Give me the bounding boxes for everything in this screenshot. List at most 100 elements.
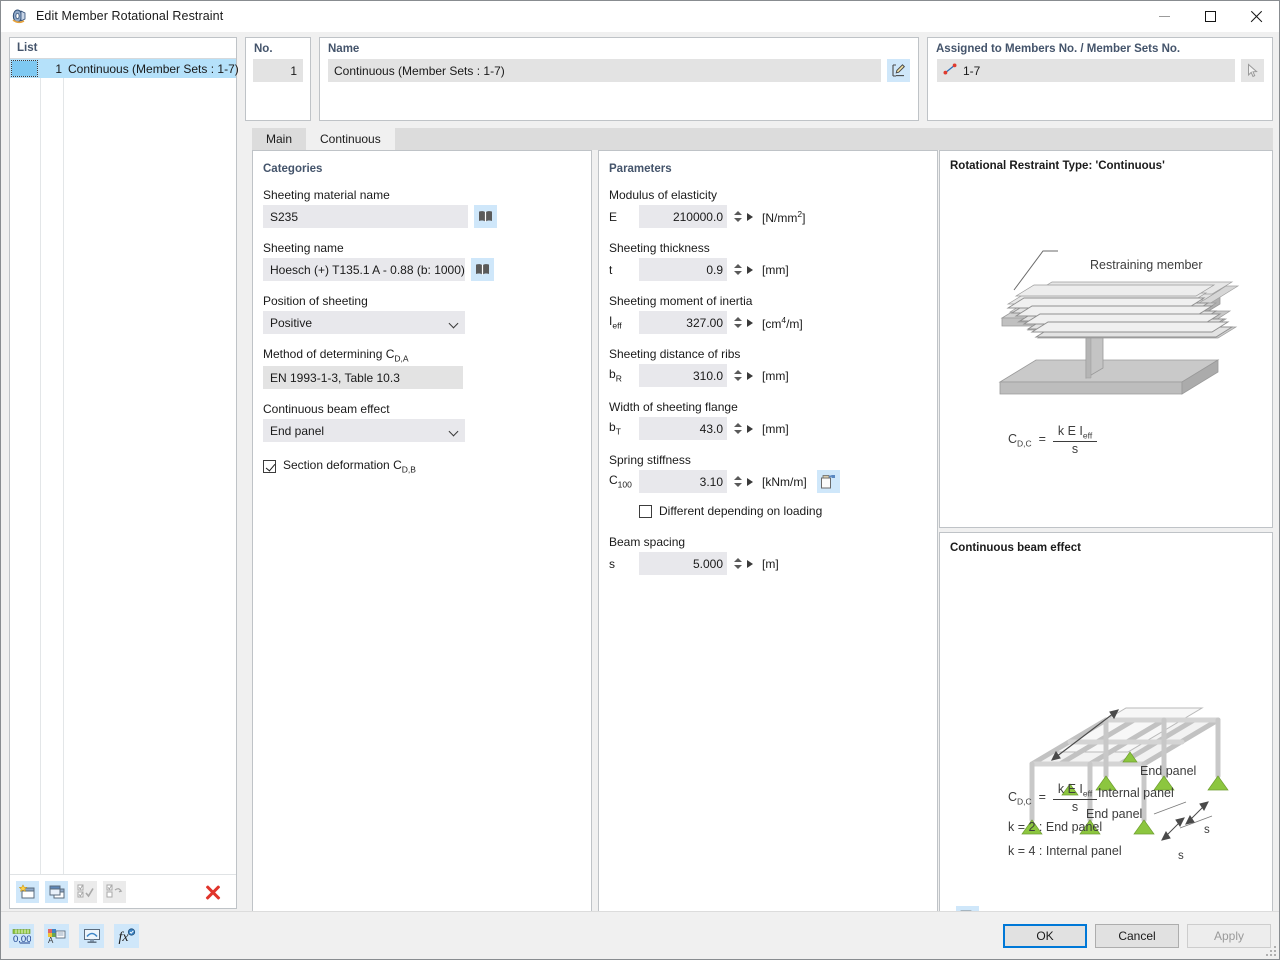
spinner-spacing[interactable]: [731, 555, 744, 572]
display-properties-button[interactable]: A: [44, 923, 69, 948]
library-book-icon[interactable]: [471, 258, 494, 281]
inertia-symbol: Ieff: [609, 314, 622, 331]
list-item-number: 1: [55, 61, 62, 76]
section-deformation-label: Section deformation CD,B: [283, 458, 416, 475]
expand-arrow-icon[interactable]: [747, 477, 753, 486]
width-of-flange-input[interactable]: 43.0: [639, 417, 727, 440]
beam-spacing-input[interactable]: 5.000: [639, 552, 727, 575]
width-of-flange-label: Width of sheeting flange: [609, 400, 738, 414]
thickness-symbol: t: [609, 262, 613, 277]
different-loading-checkbox[interactable]: Different depending on loading: [609, 493, 937, 518]
distance-of-ribs-label: Sheeting distance of ribs: [609, 347, 741, 361]
position-of-sheeting-select[interactable]: Positive: [263, 311, 465, 334]
rotational-restraint-icon: [10, 7, 28, 25]
dialog-window: Edit Member Rotational Restraint List 1 …: [0, 0, 1280, 960]
new-entry-button[interactable]: [16, 880, 39, 903]
expand-arrow-icon[interactable]: [747, 318, 753, 327]
number-input[interactable]: 1: [253, 59, 303, 82]
chevron-down-icon: [448, 426, 459, 437]
spinner-inertia[interactable]: [731, 314, 744, 331]
cancel-button[interactable]: Cancel: [1095, 923, 1179, 948]
spinner-modulus[interactable]: [731, 208, 744, 225]
name-input[interactable]: Continuous (Member Sets : 1-7): [328, 59, 881, 82]
expand-arrow-icon[interactable]: [747, 371, 753, 380]
beam-effect-diagram: End panel Internal panel End panel s s C…: [940, 554, 1272, 884]
close-icon[interactable]: [1233, 1, 1279, 32]
cdc-formula: CD,C = k E Ieff s: [1008, 424, 1098, 456]
continuous-beam-effect-panel: Continuous beam effect End panel Interna…: [939, 532, 1273, 939]
deselect-all-button: [103, 880, 126, 903]
spring-stiffness-input[interactable]: 3.10: [639, 470, 727, 493]
expand-arrow-icon[interactable]: [747, 559, 753, 568]
view-mode-button[interactable]: [79, 923, 104, 948]
decimal-places-button[interactable]: 0,00: [9, 923, 34, 948]
library-book-icon[interactable]: [474, 205, 497, 228]
maximize-icon[interactable]: [1187, 1, 1233, 32]
sheeting-name-input[interactable]: Hoesch (+) T135.1 A - 0.88 (b: 1000) | D: [263, 258, 465, 281]
apply-button: Apply: [1187, 923, 1271, 948]
inertia-unit: [cm4/m]: [762, 314, 803, 331]
svg-text:fx: fx: [118, 930, 129, 944]
resize-grip[interactable]: [1264, 944, 1276, 956]
spinner-thickness[interactable]: [731, 261, 744, 278]
position-of-sheeting-label: Position of sheeting: [263, 294, 368, 308]
window-title: Edit Member Rotational Restraint: [36, 9, 224, 23]
spinner-spring[interactable]: [731, 473, 744, 490]
moment-of-inertia-label: Sheeting moment of inertia: [609, 294, 753, 308]
rotational-restraint-panel: Rotational Restraint Type: 'Continuous': [939, 150, 1273, 528]
checkbox-box: [639, 504, 652, 518]
thickness-unit: [mm]: [762, 262, 789, 277]
delete-entry-button[interactable]: [204, 883, 222, 901]
expand-arrow-icon[interactable]: [747, 265, 753, 274]
spring-unit: [kNm/m]: [762, 474, 807, 489]
continuous-beam-effect-select[interactable]: End panel: [263, 419, 465, 443]
svg-text:A: A: [48, 936, 54, 944]
expand-arrow-icon[interactable]: [747, 212, 753, 221]
checkbox-box: [263, 460, 276, 474]
list-item[interactable]: 1 Continuous (Member Sets : 1-7): [10, 59, 239, 78]
window-controls: [1141, 1, 1279, 32]
sheeting-material-input[interactable]: S235: [263, 205, 468, 228]
name-panel: Name Continuous (Member Sets : 1-7): [319, 37, 919, 121]
assigned-value: 1-7: [963, 63, 981, 78]
edit-pencil-icon[interactable]: [887, 59, 910, 82]
modulus-symbol: E: [609, 209, 618, 224]
list-toolbar: [10, 874, 236, 908]
categories-panel: Categories Sheeting material name S235 S: [252, 150, 592, 939]
minimize-icon[interactable]: [1141, 1, 1187, 32]
copy-entry-button[interactable]: [45, 880, 68, 903]
modulus-of-elasticity-label: Modulus of elasticity: [609, 188, 718, 202]
flange-symbol: bT: [609, 420, 621, 437]
continuous-beam-effect-title: Continuous beam effect: [950, 542, 1081, 554]
spinner-ribs[interactable]: [731, 367, 744, 384]
tab-main[interactable]: Main: [252, 128, 307, 150]
categories-title: Categories: [263, 163, 323, 175]
ok-button[interactable]: OK: [1003, 923, 1087, 948]
spinner-flange[interactable]: [731, 420, 744, 437]
spring-table-icon[interactable]: [816, 470, 840, 493]
parameter-function-button[interactable]: fx: [114, 923, 139, 948]
list-body[interactable]: 1 Continuous (Member Sets : 1-7): [10, 59, 239, 874]
select-all-button: [74, 880, 97, 903]
moment-of-inertia-input[interactable]: 327.00: [639, 311, 727, 334]
restraint-diagram: Restraining member CD,C = k E Ieff s: [940, 172, 1272, 472]
tab-continuous[interactable]: Continuous: [306, 128, 395, 150]
row-selector[interactable]: [11, 60, 38, 77]
sheeting-thickness-input[interactable]: 0.9: [639, 258, 727, 281]
rotational-restraint-title: Rotational Restraint Type: 'Continuous': [950, 160, 1165, 172]
distance-of-ribs-input[interactable]: 310.0: [639, 364, 727, 387]
section-deformation-checkbox[interactable]: Section deformation CD,B: [253, 442, 591, 475]
expand-arrow-icon[interactable]: [747, 424, 753, 433]
beam-spacing-label: Beam spacing: [609, 535, 686, 549]
list-panel: List 1 Continuous (Member Sets : 1-7): [9, 37, 239, 909]
different-loading-label: Different depending on loading: [659, 504, 823, 518]
spacing-symbol: s: [609, 556, 615, 571]
tab-bar: Main Continuous: [252, 128, 1273, 150]
spring-symbol: C100: [609, 473, 632, 490]
modulus-of-elasticity-input[interactable]: 210000.0: [639, 205, 727, 228]
method-label: Method of determining CD,A: [263, 347, 409, 364]
assigned-input[interactable]: 1-7: [937, 59, 1235, 82]
k-note-end-panel: k = 2 : End panel: [1008, 820, 1103, 834]
s-dimension-label-2: s: [1178, 850, 1184, 862]
assigned-label: Assigned to Members No. / Member Sets No…: [936, 43, 1181, 55]
